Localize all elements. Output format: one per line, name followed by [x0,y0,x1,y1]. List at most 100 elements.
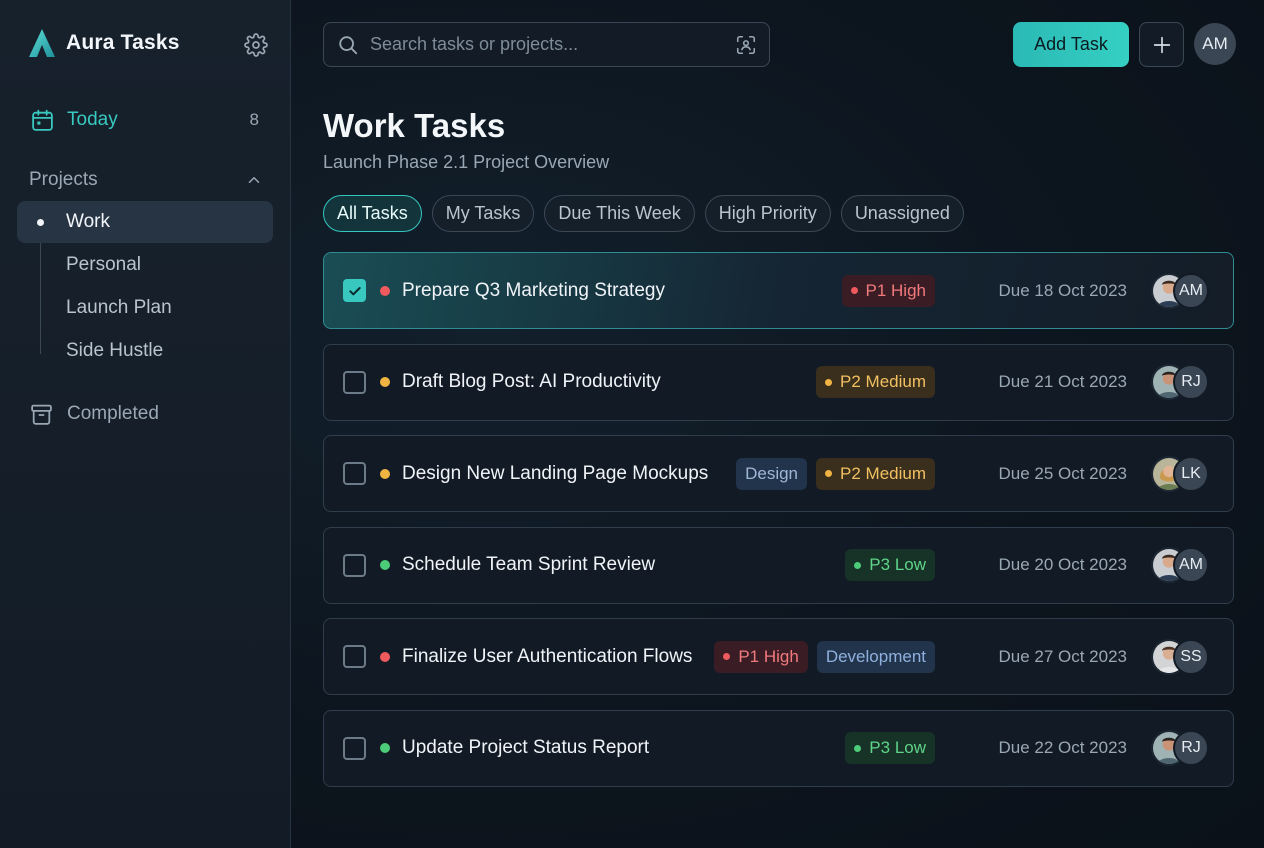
nav-today-label: Today [67,109,118,130]
scan-icon[interactable] [735,34,757,56]
priority-tag: P2 Medium [816,457,935,490]
user-avatar[interactable]: AM [1194,23,1236,65]
task-tags: P2 Medium [816,366,935,398]
priority-tag: P3 Low [845,732,935,764]
sidebar-item-label: Work [66,211,110,232]
active-dot [37,218,44,226]
filter-unassigned[interactable]: Unassigned [840,195,964,232]
task-title: Finalize User Authentication Flows [402,645,693,667]
task-due-date: Due 18 Oct 2023 [998,280,1127,300]
app-name: Aura Tasks [66,31,180,54]
task-assignees[interactable]: RJ [1151,730,1211,766]
task-checkbox[interactable] [343,736,366,760]
settings-button[interactable] [242,31,270,59]
avatar: RJ [1173,730,1209,766]
task-row[interactable]: Update Project Status Report P3 Low Due … [323,709,1234,787]
priority-tag: P1 High [841,274,935,307]
task-tags: P1 High Development [714,640,935,673]
task-row[interactable]: Prepare Q3 Marketing Strategy P1 High Du… [323,252,1234,329]
task-assignees[interactable]: RJ [1151,364,1211,400]
task-row[interactable]: Schedule Team Sprint Review P3 Low Due 2… [323,526,1234,604]
task-title: Design New Landing Page Mockups [402,462,709,484]
priority-dot [380,743,390,753]
task-due-date: Due 25 Oct 2023 [998,463,1127,483]
task-list: Prepare Q3 Marketing Strategy P1 High Du… [323,252,1234,801]
page-title: Work Tasks [323,107,506,144]
avatar: LK [1173,455,1209,492]
task-tags: P1 High [841,274,935,307]
search-icon [339,35,358,54]
task-due-date: Due 22 Oct 2023 [998,738,1127,757]
priority-dot [380,560,390,570]
today-count-badge: 8 [249,110,259,129]
nav-today[interactable]: Today 8 [17,99,273,141]
task-checkbox[interactable] [343,645,366,668]
avatar: SS [1173,638,1209,675]
priority-dot [380,377,390,387]
filter-high-priority[interactable]: High Priority [704,195,831,232]
search-input[interactable] [370,34,720,55]
filter-due-this-week[interactable]: Due This Week [544,195,695,232]
sidebar-item-work[interactable]: Work [17,201,273,243]
chevron-up-icon [248,177,260,183]
search-bar [323,22,770,67]
sidebar: Aura Tasks Today 8 Projects Work Persona… [0,0,291,848]
task-assignees[interactable]: SS [1151,638,1211,675]
priority-tag: P3 Low [845,549,935,581]
task-due-date: Due 21 Oct 2023 [998,372,1127,391]
task-title: Schedule Team Sprint Review [402,554,656,575]
task-checkbox[interactable] [343,462,366,485]
priority-dot [380,468,390,479]
projects-section-toggle[interactable]: Projects [29,166,263,194]
task-assignees[interactable]: LK [1151,455,1211,492]
check-icon [348,286,361,295]
sidebar-item-label: Side Hustle [66,340,164,361]
task-checkbox[interactable] [343,553,366,577]
archive-icon [31,404,52,425]
priority-dot [380,651,390,662]
task-checkbox[interactable] [343,370,366,394]
priority-dot [380,285,390,296]
task-title: Prepare Q3 Marketing Strategy [402,279,665,301]
gear-icon [244,33,268,57]
filter-all-tasks[interactable]: All Tasks [323,195,422,232]
avatar: AM [1173,547,1209,583]
task-due-date: Due 27 Oct 2023 [998,646,1127,666]
task-assignees[interactable]: AM [1151,547,1211,583]
task-due-date: Due 20 Oct 2023 [998,555,1127,574]
app-window: Aura Tasks Today 8 Projects Work Persona… [0,0,1264,848]
new-item-button[interactable] [1139,22,1184,67]
task-checkbox[interactable] [343,279,366,302]
task-assignees[interactable]: AM [1151,272,1211,309]
priority-tag: P2 Medium [816,366,935,398]
task-row[interactable]: Finalize User Authentication Flows P1 Hi… [323,618,1234,695]
sidebar-item-label: Launch Plan [66,297,172,318]
sidebar-item-label: Personal [66,254,141,275]
brand: Aura Tasks [28,28,180,58]
task-row[interactable]: Draft Blog Post: AI Productivity P2 Medi… [323,343,1234,421]
sidebar-item-side-hustle[interactable]: Side Hustle [17,330,273,372]
avatar: AM [1173,272,1209,309]
nav-completed[interactable]: Completed [29,398,159,430]
sidebar-item-personal[interactable]: Personal [17,244,273,286]
filter-chips: All Tasks My Tasks Due This Week High Pr… [323,195,964,232]
priority-tag: P1 High [714,640,808,673]
task-row[interactable]: Design New Landing Page Mockups Design P… [323,435,1234,512]
task-title: Draft Blog Post: AI Productivity [402,371,661,392]
task-tags: P3 Low [845,732,935,764]
aura-logo-icon [29,29,55,57]
task-tags: P3 Low [845,549,935,581]
projects-label: Projects [29,169,98,190]
filter-my-tasks[interactable]: My Tasks [431,195,535,232]
main-panel: Add Task AM Work Tasks Launch Phase 2.1 … [291,0,1264,848]
sidebar-item-launch-plan[interactable]: Launch Plan [17,287,273,329]
add-task-button[interactable]: Add Task [1013,22,1129,67]
task-tags: Design P2 Medium [736,457,935,490]
calendar-icon [32,109,53,131]
page-subtitle: Launch Phase 2.1 Project Overview [323,152,610,172]
nav-completed-label: Completed [67,403,159,424]
task-title: Update Project Status Report [402,737,650,758]
avatar: RJ [1173,364,1209,400]
plus-icon [1153,36,1170,53]
category-tag: Development [816,640,935,673]
